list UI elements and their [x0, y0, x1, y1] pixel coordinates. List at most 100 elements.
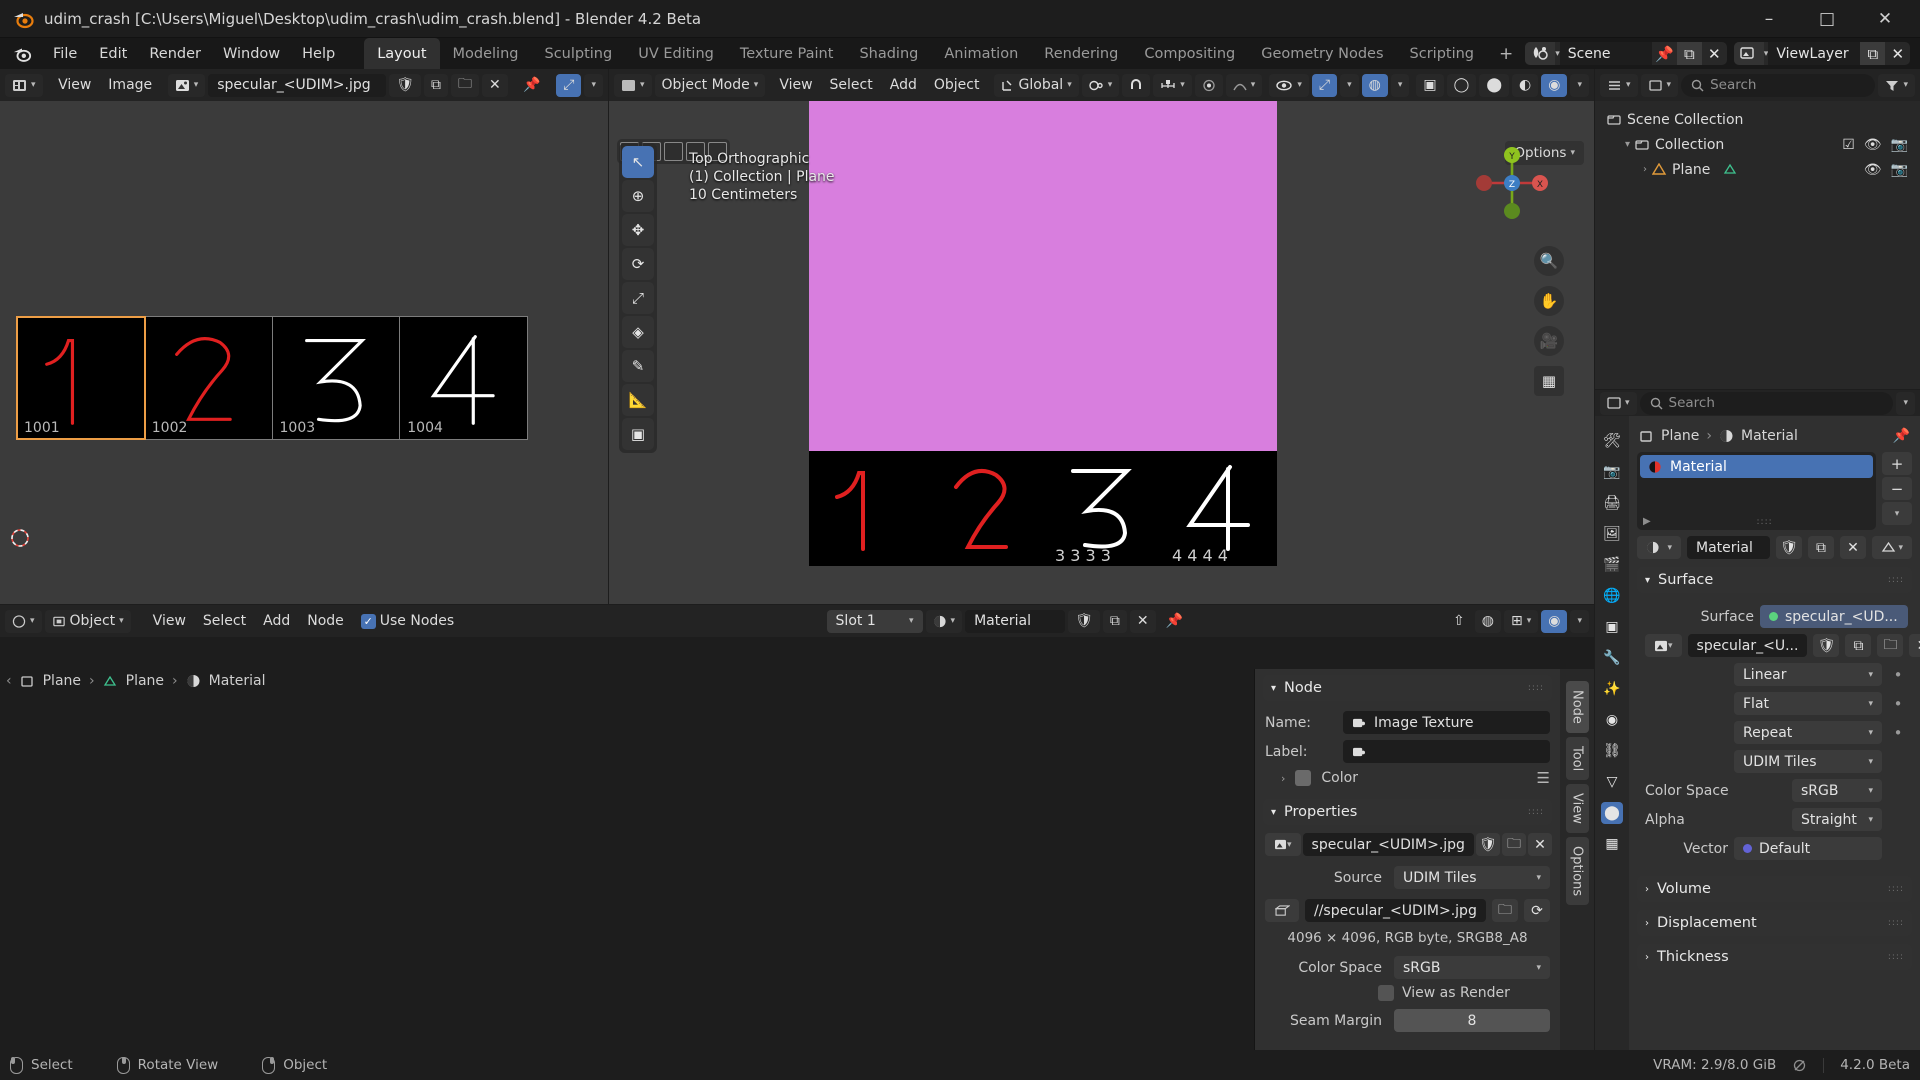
expand-chevron-icon[interactable]: ›: [1643, 164, 1647, 175]
material-unlink-icon[interactable]: ✕: [1840, 536, 1866, 559]
node-breadcrumb-material[interactable]: Material: [209, 673, 266, 689]
plane-object[interactable]: [809, 101, 1277, 451]
sidebar-tab-options[interactable]: Options: [1565, 837, 1589, 906]
color-presets-icon[interactable]: ☰: [1537, 769, 1550, 787]
shading-solid-icon[interactable]: ⬤: [1479, 73, 1509, 97]
shader-type-selector[interactable]: Object ▾: [44, 609, 131, 633]
minimize-button[interactable]: –: [1740, 0, 1798, 38]
sidebar-panel-header-node[interactable]: ▾ Node ::::: [1263, 675, 1552, 701]
filepath-browse-icon[interactable]: [1265, 899, 1299, 922]
tab-shading[interactable]: Shading: [846, 38, 931, 69]
fake-user-shield-icon[interactable]: 🛡: [389, 73, 421, 97]
proportional-falloff-selector[interactable]: ▾: [1225, 73, 1263, 97]
pin-id-icon[interactable]: 📌: [1893, 428, 1910, 444]
pin-icon[interactable]: 📌: [1652, 42, 1677, 65]
shader-snap-up-icon[interactable]: ⇧: [1446, 610, 1472, 633]
tool-annotate-icon[interactable]: ✎: [622, 350, 654, 382]
shading-rendered-icon[interactable]: ◉: [1541, 73, 1568, 97]
xray-toggle-icon[interactable]: ▣: [1416, 73, 1444, 97]
material-name-field[interactable]: Material: [1687, 536, 1770, 559]
viewport-editor-type-icon[interactable]: ▾: [614, 73, 652, 97]
pin-image-icon[interactable]: 📌: [516, 74, 547, 97]
editor-type-selector[interactable]: ▾: [5, 73, 43, 97]
breadcrumb-object[interactable]: Plane: [1661, 428, 1699, 444]
new-scene-icon[interactable]: ⧉: [1676, 42, 1702, 65]
use-nodes-checkbox[interactable]: ✓ Use Nodes: [354, 610, 461, 633]
shader-preview-icon[interactable]: ◉: [1541, 609, 1568, 633]
node-label-field[interactable]: [1343, 740, 1550, 763]
shader-pin-icon[interactable]: 📌: [1159, 610, 1190, 633]
udim-tile[interactable]: 1003: [272, 317, 401, 439]
add-workspace-button[interactable]: +: [1487, 38, 1525, 69]
panel-header-displacement[interactable]: › Displacement ::::: [1637, 910, 1912, 936]
snap-to-selector[interactable]: ▾: [1153, 73, 1192, 97]
sidebar-browse-image-icon[interactable]: ▾: [1265, 833, 1301, 856]
tool-measure-icon[interactable]: 📐: [622, 384, 654, 416]
reload-image-icon[interactable]: ⟳: [1524, 899, 1550, 922]
properties-search-input[interactable]: Search: [1639, 391, 1894, 415]
menu-file[interactable]: File: [42, 42, 88, 66]
material-preview-type-icon[interactable]: ▾: [1872, 536, 1912, 559]
shading-material-preview-icon[interactable]: ◐: [1512, 73, 1539, 97]
show-gizmo-icon[interactable]: ⤢: [1311, 73, 1338, 97]
open-image-folder-icon[interactable]: 🗀: [451, 73, 479, 97]
outliner-row-plane[interactable]: › Plane 👁 📷: [1595, 157, 1920, 182]
material-fake-user-shield-icon[interactable]: 🛡: [1776, 536, 1802, 559]
sidebar-tab-tool[interactable]: Tool: [1565, 736, 1589, 781]
surface-alpha-dropdown[interactable]: Straight ▾: [1792, 808, 1882, 831]
sidebar-open-image-icon[interactable]: 🗀: [1501, 833, 1526, 856]
udim-tile[interactable]: 1004: [400, 317, 527, 439]
tool-scale-icon[interactable]: ⤢: [622, 282, 654, 314]
shader-menu-select[interactable]: Select: [196, 610, 253, 633]
delete-viewlayer-icon[interactable]: ✕: [1885, 42, 1910, 65]
camera-view-icon[interactable]: 🎥: [1534, 326, 1564, 356]
eye-icon[interactable]: 👁: [1864, 162, 1882, 178]
tab-layout[interactable]: Layout: [364, 38, 440, 69]
add-material-slot-button[interactable]: +: [1882, 452, 1912, 475]
image-canvas[interactable]: 1001 1002 1003 1004: [0, 101, 608, 604]
shader-menu-node[interactable]: Node: [300, 610, 351, 633]
breadcrumb-back-icon[interactable]: ‹: [6, 673, 12, 689]
zoom-icon[interactable]: 🔍: [1534, 246, 1564, 276]
node-color-swatch[interactable]: [1295, 770, 1312, 786]
animate-property-dot-icon[interactable]: •: [1888, 695, 1908, 713]
surface-input-value[interactable]: specular_<UD...: [1760, 605, 1908, 628]
seam-margin-value-field[interactable]: 8: [1394, 1009, 1550, 1032]
sidebar-colorspace-dropdown[interactable]: sRGB ▾: [1394, 956, 1550, 979]
material-duplicate-icon[interactable]: ⧉: [1808, 536, 1834, 559]
select-subtract-icon[interactable]: [664, 142, 683, 161]
surface-fake-user-shield-icon[interactable]: 🛡: [1813, 634, 1840, 657]
surface-browse-image-icon[interactable]: ▾: [1645, 634, 1682, 657]
show-overlays-icon[interactable]: ◍: [1361, 73, 1388, 97]
gizmo-options-chevron-icon[interactable]: ▾: [1340, 73, 1359, 97]
viewlayer-selector[interactable]: ▾ ViewLayer ⧉ ✕: [1733, 42, 1911, 65]
sidebar-tab-view[interactable]: View: [1565, 784, 1589, 834]
viewport-menu-add[interactable]: Add: [883, 74, 924, 97]
camera-icon[interactable]: 📷: [1891, 137, 1908, 153]
tool-tweak-icon[interactable]: ↖: [622, 146, 654, 178]
interaction-mode-selector[interactable]: Object Mode ▾: [654, 73, 766, 97]
surface-vector-value[interactable]: Default: [1734, 837, 1882, 860]
image-editor-menu-view[interactable]: View: [51, 74, 98, 97]
viewport-menu-object[interactable]: Object: [927, 74, 987, 97]
shading-wireframe-icon[interactable]: ◯: [1446, 73, 1477, 97]
panel-header-thickness[interactable]: › Thickness ::::: [1637, 944, 1912, 970]
remove-material-slot-button[interactable]: −: [1882, 477, 1912, 500]
shader-unlink-material-icon[interactable]: ✕: [1129, 609, 1156, 633]
viewport-menu-select[interactable]: Select: [823, 74, 880, 97]
outliner-search-input[interactable]: Search: [1681, 73, 1876, 97]
sidebar-view-as-render-row[interactable]: View as Render: [1265, 985, 1550, 1001]
tab-tool-icon[interactable]: 🛠: [1601, 430, 1623, 452]
tool-add-cube-icon[interactable]: ▣: [622, 418, 654, 450]
tab-object-icon[interactable]: ▣: [1601, 616, 1623, 638]
surface-interpolation-dropdown[interactable]: Linear ▾: [1734, 663, 1882, 686]
tool-rotate-icon[interactable]: ⟳: [622, 248, 654, 280]
shader-editor-type-icon[interactable]: ▾: [5, 609, 42, 633]
resize-grip-icon[interactable]: ::::: [1757, 517, 1773, 527]
tab-render-icon[interactable]: 📷: [1601, 461, 1623, 483]
shader-options-chevron-icon[interactable]: ▾: [1570, 609, 1589, 633]
pan-hand-icon[interactable]: ✋: [1534, 286, 1564, 316]
sidebar-filepath-field[interactable]: //specular_<UDIM>.jpg: [1305, 899, 1486, 922]
properties-editor-type-icon[interactable]: ▾: [1600, 391, 1637, 415]
shader-duplicate-material-icon[interactable]: ⧉: [1102, 609, 1127, 633]
